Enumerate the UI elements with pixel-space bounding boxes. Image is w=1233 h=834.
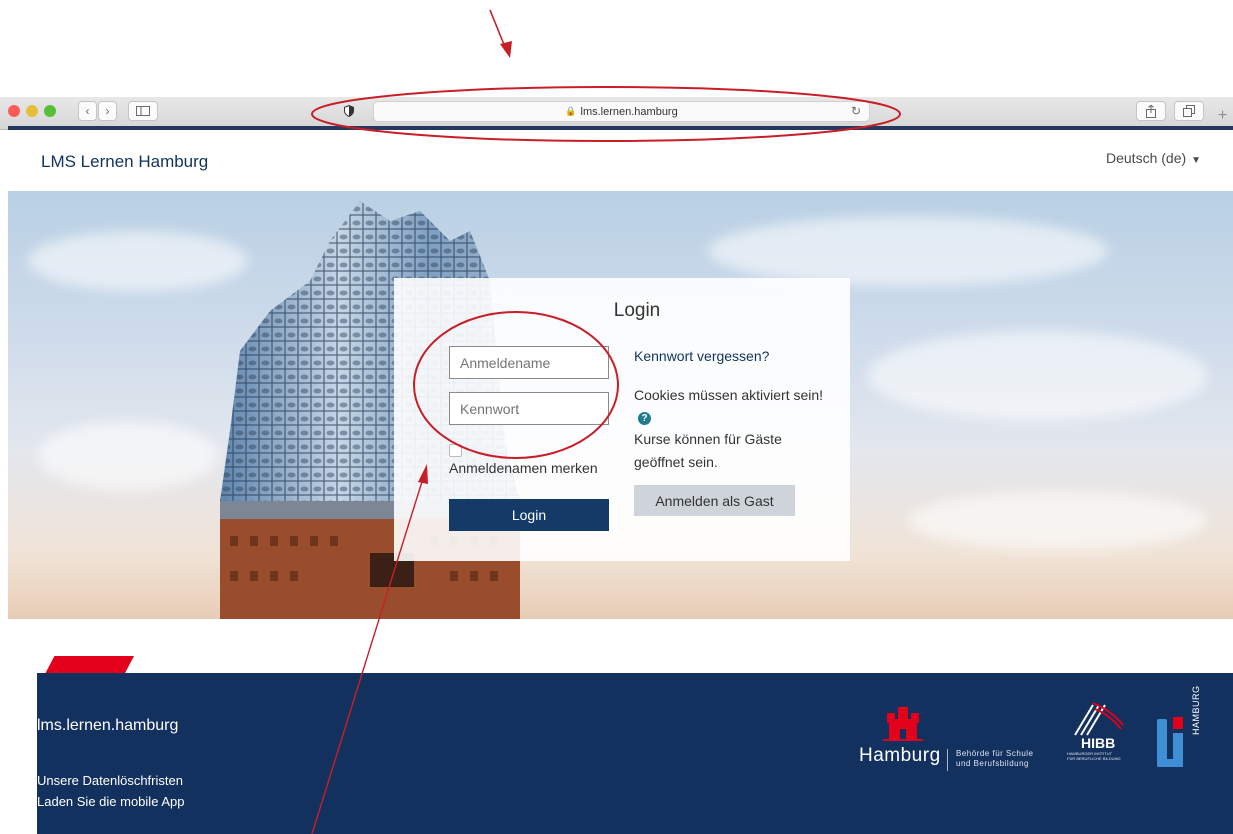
- cloud: [708, 216, 1108, 286]
- url-text: lms.lernen.hamburg: [580, 105, 678, 118]
- annotation-arrow-top: [489, 9, 508, 53]
- hibb-subtitle-line2: FÜR BERUFLICHE BILDUNG: [1067, 756, 1121, 761]
- tabs-icon: [1183, 105, 1195, 117]
- share-icon: [1146, 104, 1156, 118]
- reload-icon[interactable]: ↻: [851, 104, 861, 118]
- bsb-subtitle: Behörde für Schule und Berufsbildung: [956, 749, 1034, 769]
- login-title: Login: [613, 300, 661, 321]
- remember-username-checkbox[interactable]: [449, 444, 462, 457]
- login-card: Login Anmeldenamen merken Login Kennwort…: [394, 278, 850, 561]
- cloud: [38, 421, 218, 491]
- minimize-window-button[interactable]: [26, 105, 38, 117]
- login-button[interactable]: Login: [449, 499, 609, 531]
- footer-link-mobile-app[interactable]: Laden Sie die mobile App: [37, 794, 184, 809]
- chevron-right-icon: ›: [105, 104, 110, 118]
- language-label: Deutsch (de): [1106, 150, 1187, 166]
- chevron-left-icon: ‹: [85, 104, 90, 118]
- page: ‹ › 🔒 lms.lernen.hamburg ↻ + LMS Lernen …: [0, 0, 1233, 834]
- password-input[interactable]: [449, 392, 609, 425]
- cookies-text: Cookies müssen aktiviert sein!: [634, 387, 824, 403]
- address-bar[interactable]: 🔒 lms.lernen.hamburg ↻: [373, 101, 870, 122]
- li-wordmark: HAMBURG: [1191, 685, 1201, 735]
- plus-icon: +: [1217, 107, 1228, 124]
- zoom-window-button[interactable]: [44, 105, 56, 117]
- cookies-notice: Cookies müssen aktiviert sein!?: [634, 384, 824, 428]
- bsb-subtitle-line1: Behörde für Schule: [956, 749, 1034, 758]
- privacy-shield-button[interactable]: [338, 101, 360, 121]
- help-icon[interactable]: ?: [638, 411, 651, 425]
- sidebar-toggle-button[interactable]: [128, 101, 158, 121]
- li-hamburg-logo[interactable]: HAMBURG: [1157, 685, 1217, 771]
- remember-username-label[interactable]: Anmeldenamen merken: [449, 460, 598, 476]
- hamburg-wordmark: Hamburg: [859, 745, 941, 766]
- bsb-subtitle-line2: und Berufsbildung: [956, 759, 1029, 768]
- tabs-overview-button[interactable]: [1174, 101, 1204, 121]
- language-selector[interactable]: Deutsch (de) ▼: [1106, 150, 1201, 166]
- annotation-arrowhead-top: [500, 41, 512, 58]
- share-button[interactable]: [1136, 101, 1166, 121]
- sidebar-icon: [136, 106, 150, 116]
- guest-login-button[interactable]: Anmelden als Gast: [634, 485, 795, 516]
- guest-notice: Kurse können für Gäste geöffnet sein.: [634, 431, 782, 470]
- cloud: [908, 491, 1208, 551]
- logo-divider: [947, 749, 948, 771]
- forward-button[interactable]: ›: [98, 101, 117, 121]
- back-button[interactable]: ‹: [78, 101, 97, 121]
- hibb-wordmark: HIBB: [1081, 735, 1116, 751]
- footer-site-name: lms.lernen.hamburg: [37, 717, 179, 734]
- hibb-logo[interactable]: HIBB HAMBURGER INSTITUT FÜR BERUFLICHE B…: [1067, 699, 1127, 761]
- cloud: [868, 331, 1208, 421]
- site-title[interactable]: LMS Lernen Hamburg: [41, 152, 208, 172]
- forgot-password-link[interactable]: Kennwort vergessen?: [634, 348, 769, 364]
- username-input[interactable]: [449, 346, 609, 379]
- lock-icon: 🔒: [565, 106, 577, 116]
- toolbar-divider: [8, 126, 1233, 130]
- shield-icon: [344, 105, 354, 117]
- hamburg-bsb-logo[interactable]: Hamburg Behörde für Schule und Berufsbil…: [859, 693, 1049, 773]
- footer: lms.lernen.hamburg Unsere Datenlöschfris…: [37, 673, 1233, 834]
- caret-down-icon: ▼: [1191, 155, 1202, 166]
- close-window-button[interactable]: [8, 105, 20, 117]
- hamburg-castle-icon: [883, 707, 923, 741]
- footer-link-data-deletion[interactable]: Unsere Datenlöschfristen: [37, 773, 183, 788]
- cloud: [28, 231, 248, 291]
- hibb-swoosh-icon: [1074, 702, 1124, 736]
